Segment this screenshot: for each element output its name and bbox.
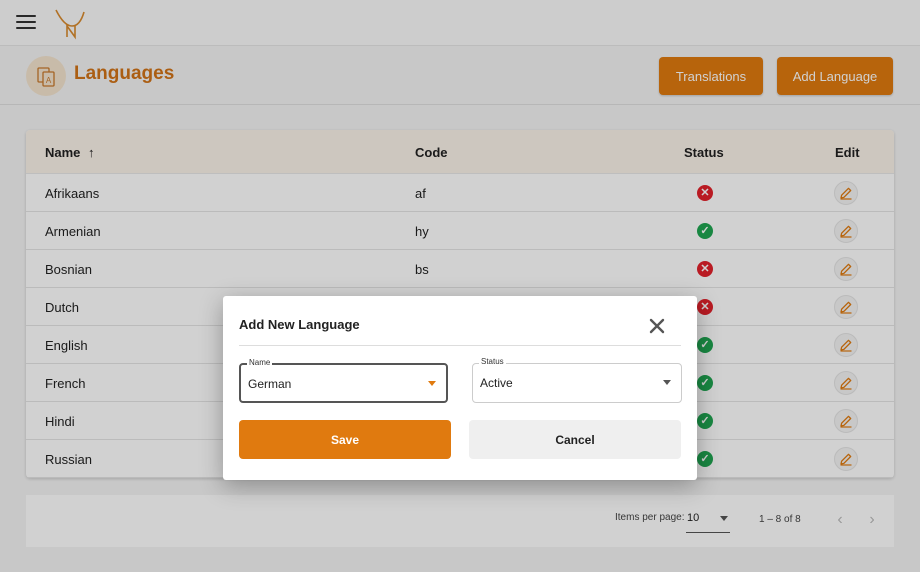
caret-down-icon	[428, 381, 436, 386]
name-field-label: Name	[247, 358, 273, 367]
dialog-divider	[239, 345, 681, 346]
status-field-value: Active	[480, 376, 513, 390]
add-language-dialog: Add New Language Name German Status Acti…	[223, 296, 697, 480]
close-icon[interactable]	[647, 316, 667, 336]
cancel-button[interactable]: Cancel	[469, 420, 681, 459]
name-field-value: German	[248, 377, 292, 391]
caret-down-icon	[663, 380, 671, 385]
status-field-label: Status	[479, 357, 506, 366]
modal-backdrop[interactable]	[0, 0, 920, 572]
dialog-title: Add New Language	[239, 317, 360, 332]
status-select[interactable]: Status Active	[472, 357, 682, 403]
save-button[interactable]: Save	[239, 420, 451, 459]
name-select[interactable]: Name German	[239, 358, 448, 403]
